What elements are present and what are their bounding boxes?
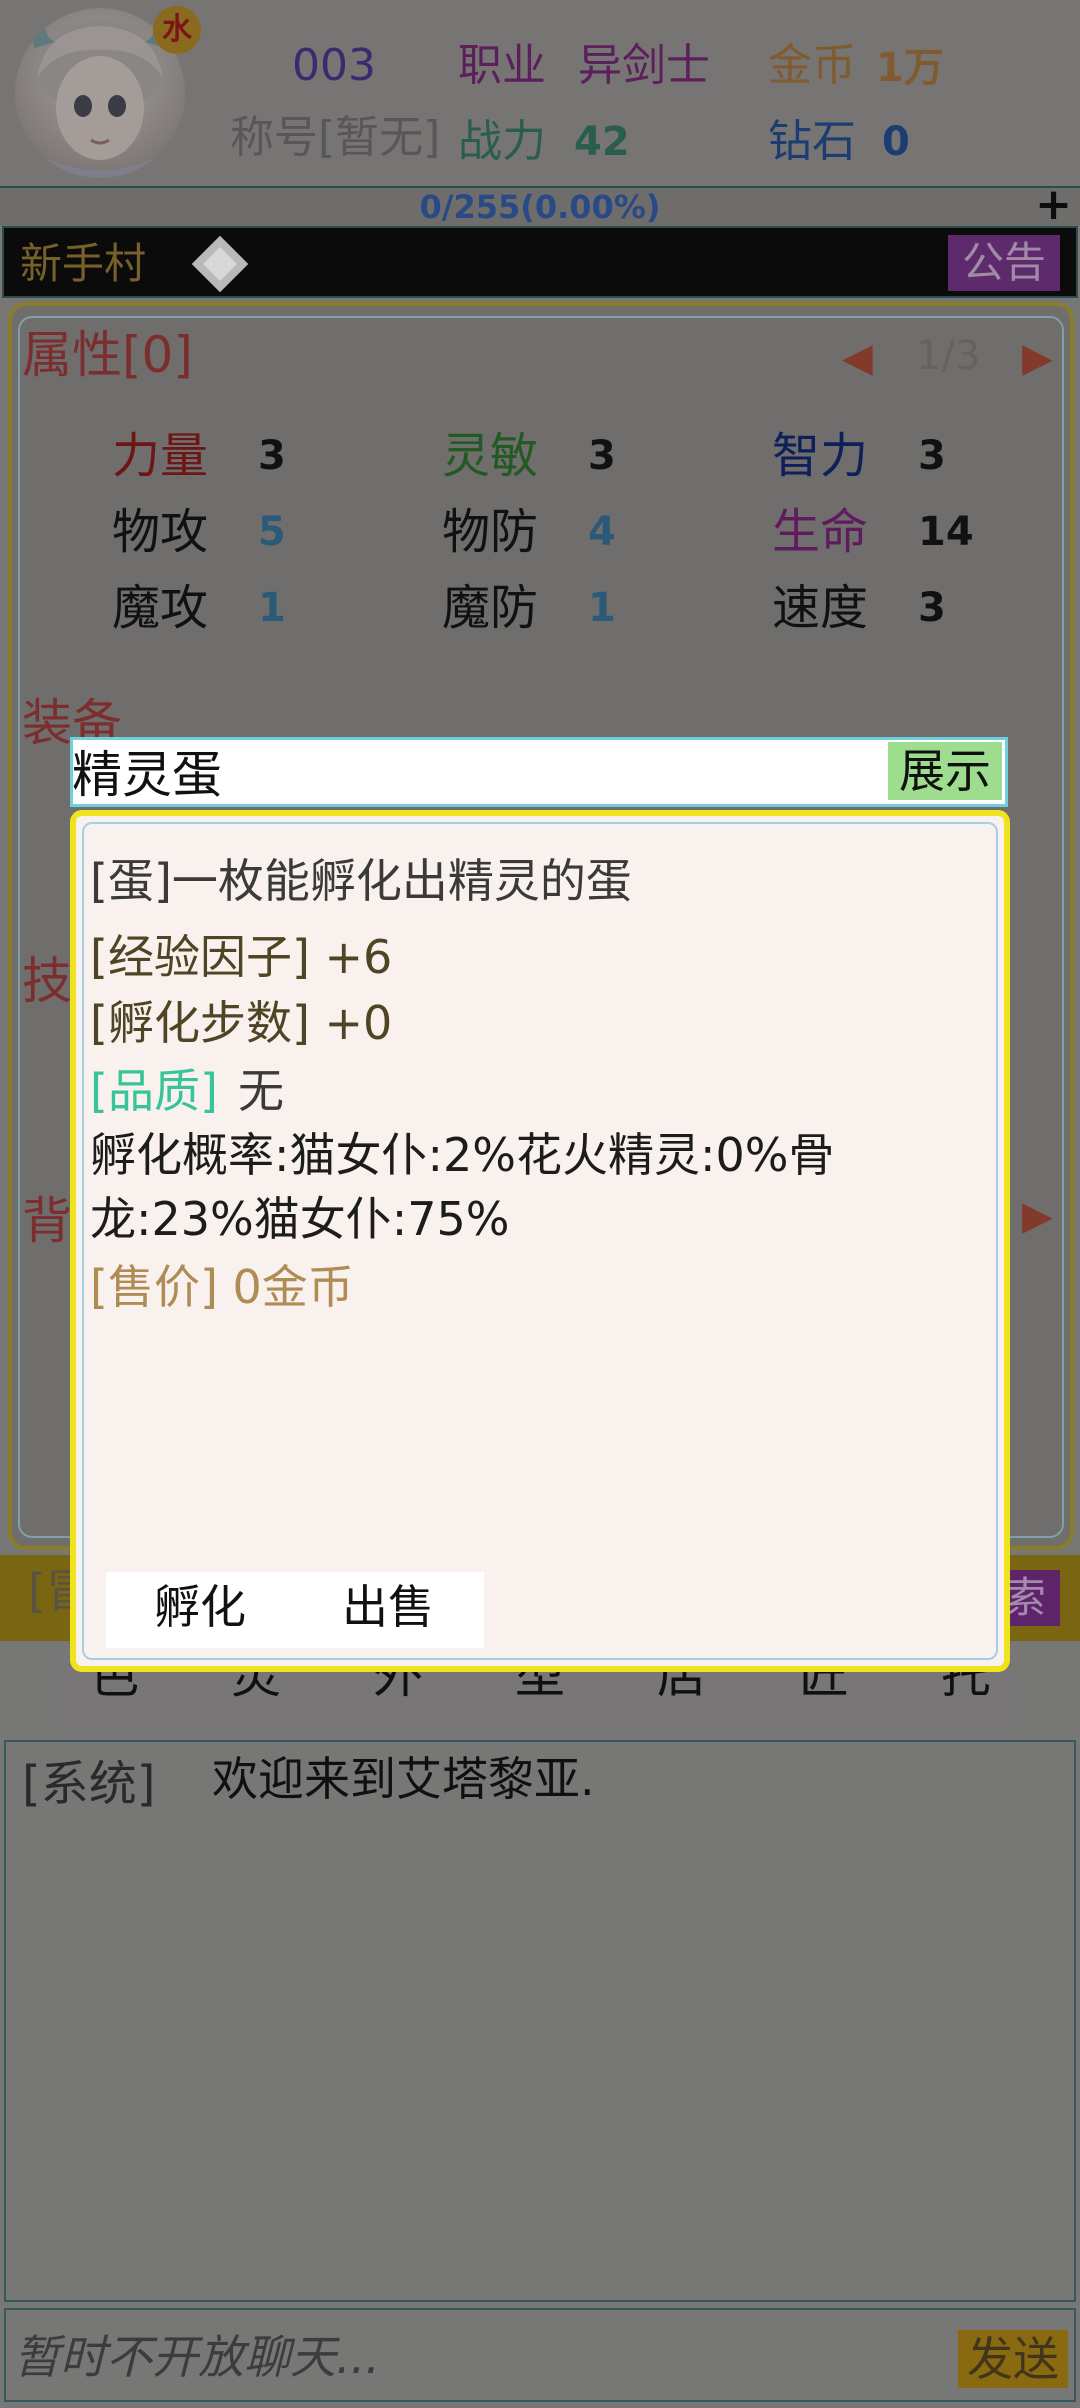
notice-button[interactable]: 公告 [948,235,1060,291]
bag-title-partial: 背 [22,1192,72,1250]
item-exp-factor: [经验因子] +6 [90,930,393,984]
send-button[interactable]: 发送 [958,2330,1068,2388]
stat-label-phys-def: 物防 [442,504,539,560]
stat-label-speed: 速度 [772,580,869,636]
stat-label-intellect: 智力 [772,428,869,484]
element-badge: 水 [153,6,201,54]
stat-label-phys-atk: 物攻 [112,504,209,560]
item-description: [蛋]一枚能孵化出精灵的蛋 [90,854,632,908]
power-value: 42 [574,119,630,165]
stat-label-agility: 灵敏 [442,428,539,484]
stat-label-hp: 生命 [772,504,869,560]
stat-label-mag-def: 魔防 [442,580,539,636]
stat-value-hp: 14 [918,509,974,555]
diamond-label: 钻石 [768,116,856,167]
location-name: 新手村 [20,239,147,288]
chat-log[interactable] [4,1740,1076,2302]
show-button[interactable]: 展示 [888,742,1002,800]
exp-text: 0/255(0.00%) [419,188,661,226]
gold-value: 1万 [876,45,944,91]
location-bar [2,226,1078,298]
bag-next-arrow-icon[interactable]: ▶ [1022,1196,1053,1236]
stat-value-mag-def: 1 [588,585,616,631]
next-page-arrow-icon[interactable]: ▶ [1022,338,1053,378]
player-title: 称号[暂无] [230,112,441,163]
stat-value-phys-def: 4 [588,509,616,555]
diamond-value: 0 [882,119,910,165]
item-hatch-steps: [孵化步数] +0 [90,996,393,1050]
item-hatch-rate-line2: 龙:23%猫女仆:75% [90,1192,510,1246]
sell-button[interactable]: 出售 [342,1584,434,1630]
hatch-button[interactable]: 孵化 [154,1584,246,1630]
gold-label: 金币 [768,40,856,91]
stat-value-strength: 3 [258,433,286,479]
item-quality-label: [品质] [90,1064,218,1118]
page-indicator: 1/3 [916,333,981,379]
chat-input-placeholder: 暂时不开放聊天... [14,2330,380,2384]
stat-value-intellect: 3 [918,433,946,479]
dialog-title: 精灵蛋 [72,746,222,804]
stat-value-mag-atk: 1 [258,585,286,631]
skills-title-partial: 技 [22,952,72,1010]
player-id: 003 [292,40,376,91]
stat-value-agility: 3 [588,433,616,479]
stat-value-phys-atk: 5 [258,509,286,555]
prev-page-arrow-icon[interactable]: ◀ [842,338,873,378]
stat-value-speed: 3 [918,585,946,631]
job-label: 职业 [458,40,546,91]
attributes-title: 属性[0] [22,326,193,384]
item-quality-value: 无 [238,1064,284,1118]
chat-system-tag: [系统] [22,1756,156,1812]
stat-label-strength: 力量 [112,428,209,484]
power-label: 战力 [458,116,546,167]
item-price: [售价] 0金币 [90,1260,354,1314]
item-hatch-rate-line1: 孵化概率:猫女仆:2%花火精灵:0%骨 [90,1128,835,1182]
stat-label-mag-atk: 魔攻 [112,580,209,636]
chat-message: 欢迎来到艾塔黎亚. [212,1752,595,1806]
job-value: 异剑士 [578,40,710,91]
expand-plus-button[interactable]: + [1035,183,1072,227]
